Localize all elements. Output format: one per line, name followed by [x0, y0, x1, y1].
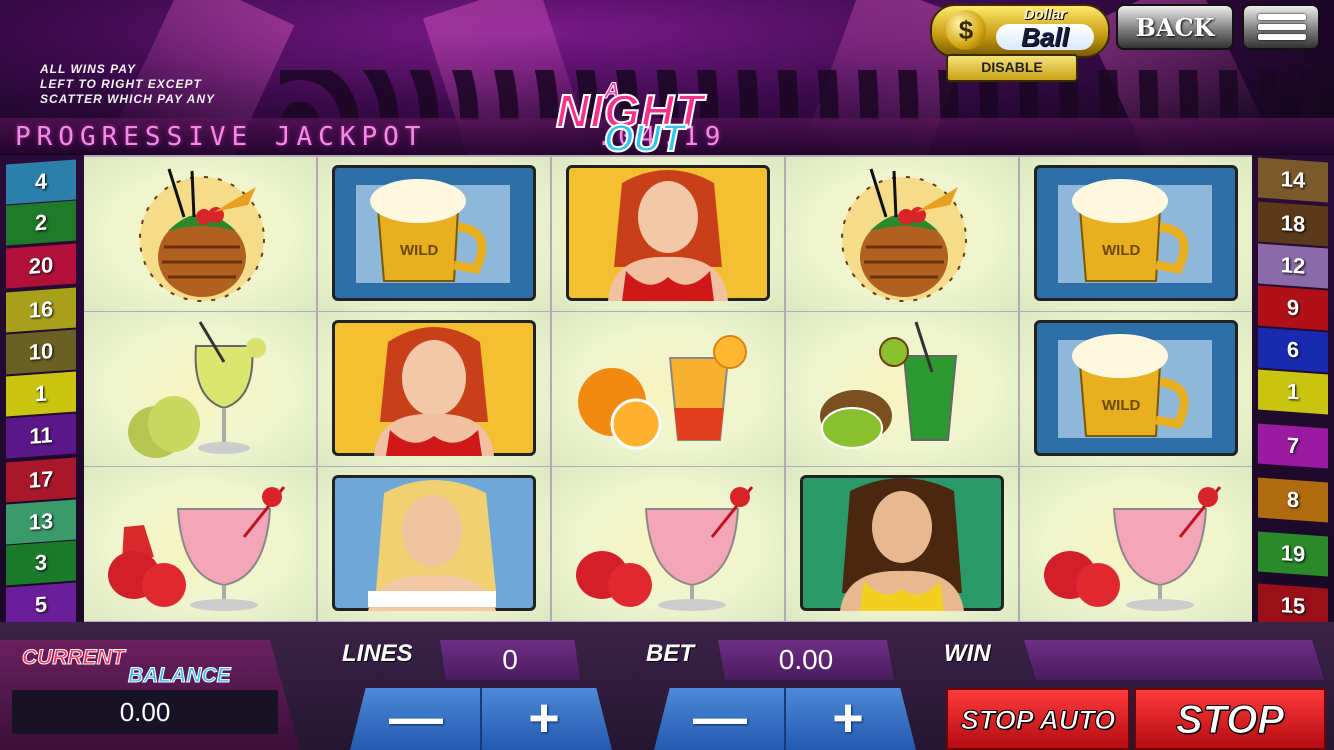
payline-marker[interactable]: 9: [1258, 285, 1328, 331]
reel-cell: WILD: [1020, 157, 1252, 311]
redhead-girl-icon: [374, 327, 494, 456]
reel-cell: [786, 157, 1018, 311]
payline-marker[interactable]: 1: [1258, 369, 1328, 415]
lines-stepper: — +: [350, 688, 612, 750]
orange-cocktail-icon: [578, 335, 747, 450]
payline-marker[interactable]: 19: [1258, 531, 1328, 577]
reel-cell: [552, 312, 784, 466]
reel-cell: WILD: [1020, 312, 1252, 466]
reel-cell: [84, 312, 316, 466]
beer-wild-icon: WILD: [356, 179, 510, 283]
win-label: WIN: [944, 640, 991, 667]
rules-line: SCATTER WHICH PAY ANY: [40, 92, 216, 106]
current-label: CURRENT: [22, 646, 126, 670]
stop-button[interactable]: STOP: [1134, 688, 1326, 750]
win-value: [1024, 640, 1324, 680]
dollar-coin-icon: $: [946, 10, 986, 50]
game-logo: A NIGHT OUT: [555, 78, 776, 162]
payline-marker[interactable]: 12: [1258, 243, 1328, 289]
bet-stepper: — +: [654, 688, 916, 750]
beer-wild-icon: WILD: [1058, 179, 1212, 283]
reel-cell: [552, 157, 784, 311]
rules-line: ALL WINS PAY: [40, 62, 136, 76]
payline-marker[interactable]: 3: [6, 540, 76, 586]
payline-marker[interactable]: 5: [6, 582, 76, 628]
redhead-girl-icon: [608, 170, 728, 301]
strawberry-cocktail-icon: [108, 486, 286, 611]
payline-marker[interactable]: 17: [6, 457, 76, 503]
payline-marker[interactable]: 16: [6, 287, 76, 333]
lines-value: 0: [440, 640, 580, 680]
payline-marker[interactable]: 13: [6, 499, 76, 545]
disable-button[interactable]: DISABLE: [946, 54, 1078, 82]
kiwi-cocktail-icon: [820, 321, 958, 449]
reel-cell: [84, 467, 316, 621]
payline-marker[interactable]: 20: [6, 243, 76, 289]
reel-grid: WILD WILD WILD: [84, 155, 1252, 622]
pay-rules-text: ALL WINS PAY LEFT TO RIGHT EXCEPT SCATTE…: [40, 62, 215, 107]
jackpot-label: PROGRESSIVE JACKPOT: [15, 122, 427, 152]
balance-label: BALANCE: [128, 664, 232, 688]
pear-cocktail-icon: [128, 321, 266, 458]
svg-text:WILD: WILD: [1102, 397, 1140, 414]
reel-cell: [786, 312, 1018, 466]
bet-label: BET: [646, 640, 694, 667]
rules-line: LEFT TO RIGHT EXCEPT: [40, 77, 202, 91]
lines-label: LINES: [342, 640, 413, 667]
stepper-divider: [784, 688, 786, 750]
reel-cell: [552, 467, 784, 621]
crowd-silhouette: [280, 70, 1334, 120]
lines-minus-button[interactable]: —: [356, 688, 476, 750]
payline-marker[interactable]: 4: [6, 159, 76, 205]
beer-wild-icon: WILD: [1058, 334, 1212, 438]
menu-button[interactable]: [1242, 4, 1320, 50]
reel-cell: [84, 157, 316, 311]
bet-value: 0.00: [718, 640, 894, 680]
dollar-ball-line1: Dollar: [1023, 6, 1067, 23]
payline-marker[interactable]: 1: [6, 371, 76, 417]
payline-marker[interactable]: 6: [1258, 327, 1328, 373]
dollar-ball-label: Dollar Ball: [990, 7, 1100, 50]
svg-text:WILD: WILD: [1102, 242, 1140, 259]
balance-value: 0.00: [12, 690, 278, 734]
reel-cell: [318, 467, 550, 621]
payline-marker[interactable]: 11: [6, 413, 76, 459]
payline-marker[interactable]: 7: [1258, 423, 1328, 469]
svg-text:WILD: WILD: [400, 242, 438, 259]
dollar-ball-line2: Ball: [996, 24, 1094, 50]
payline-marker[interactable]: 18: [1258, 201, 1328, 247]
dollar-ball-toggle[interactable]: $ Dollar Ball DISABLE: [930, 4, 1110, 82]
payline-marker[interactable]: 8: [1258, 477, 1328, 523]
bet-plus-button[interactable]: +: [788, 688, 908, 750]
bet-minus-button[interactable]: —: [660, 688, 780, 750]
reel-cell: [786, 467, 1018, 621]
strawberry-cocktail-icon: [576, 486, 754, 611]
payline-marker[interactable]: 2: [6, 200, 76, 246]
blonde-girl-icon: [368, 480, 496, 611]
pineapple-cocktail-icon: [841, 168, 967, 302]
payline-marker[interactable]: 14: [1258, 157, 1328, 203]
payline-marker[interactable]: 10: [6, 329, 76, 375]
lines-plus-button[interactable]: +: [484, 688, 604, 750]
stepper-divider: [480, 688, 482, 750]
back-button[interactable]: BACK: [1116, 4, 1234, 50]
reel-cell: [1020, 467, 1252, 621]
strawberry-cocktail-icon: [1044, 486, 1222, 611]
pineapple-cocktail-icon: [139, 168, 265, 302]
reel-cell: [318, 312, 550, 466]
stop-auto-button[interactable]: STOP AUTO: [946, 688, 1130, 750]
reel-cell: WILD: [318, 157, 550, 311]
brunette-girl-icon: [840, 478, 964, 611]
